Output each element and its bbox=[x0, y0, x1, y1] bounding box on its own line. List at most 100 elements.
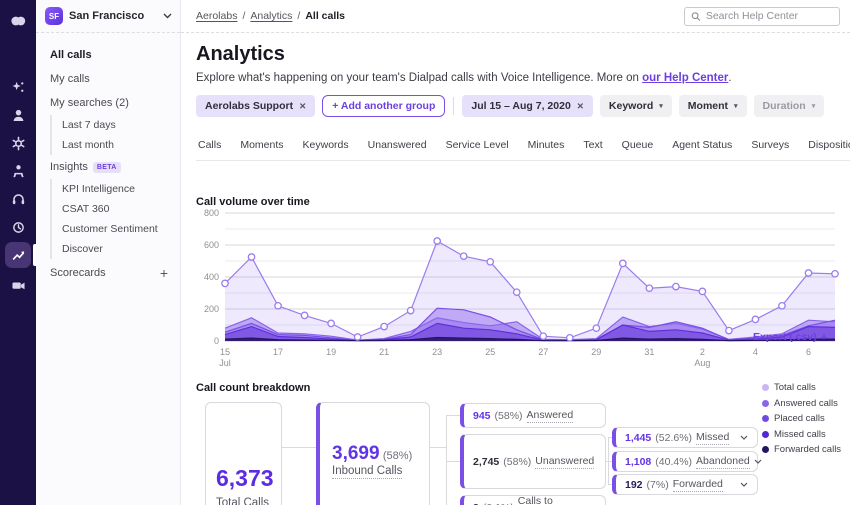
sidebar: SF San Francisco All callsMy calls My sea… bbox=[36, 0, 181, 505]
breadcrumb-link-analytics[interactable]: Analytics bbox=[250, 10, 292, 22]
tab-service-level[interactable]: Service Level bbox=[444, 130, 511, 160]
abandoned-dropdown[interactable]: 1,108 (40.4%) Abandoned bbox=[612, 451, 758, 472]
connector-line bbox=[446, 415, 460, 416]
filter-chip-keyword[interactable]: Keyword▾ bbox=[600, 95, 672, 117]
analytics-trend-icon[interactable] bbox=[5, 242, 31, 268]
tab-unanswered[interactable]: Unanswered bbox=[366, 130, 429, 160]
search-input[interactable] bbox=[706, 10, 833, 22]
svg-text:4: 4 bbox=[753, 347, 758, 357]
filter-chip-jul-15-aug-7-2020[interactable]: Jul 15 – Aug 7, 2020✕ bbox=[462, 95, 593, 117]
breadcrumb-link-aerolabs[interactable]: Aerolabs bbox=[196, 10, 237, 22]
filter-chip-moment[interactable]: Moment▾ bbox=[679, 95, 747, 117]
missed-label: Missed bbox=[696, 431, 729, 445]
filter-chip-aerolabs-support[interactable]: Aerolabs Support✕ bbox=[196, 95, 315, 117]
tab-moments[interactable]: Moments bbox=[238, 130, 285, 160]
chip-label: + Add another group bbox=[332, 100, 435, 112]
connector-line bbox=[282, 447, 316, 448]
coaching-desk-icon[interactable] bbox=[5, 158, 31, 184]
sidebar-item-label: Discover bbox=[62, 243, 103, 255]
export-csv-link[interactable]: Export (.csv) bbox=[753, 331, 828, 343]
help-center-link[interactable]: our Help Center bbox=[642, 72, 728, 84]
workspace-switcher[interactable]: SF San Francisco bbox=[36, 0, 180, 33]
add-scorecard-button[interactable]: + bbox=[160, 265, 170, 281]
sidebar-item-all-calls[interactable]: All calls bbox=[36, 43, 180, 67]
legend-label: Answered calls bbox=[774, 398, 838, 409]
download-arrow-icon bbox=[820, 333, 828, 341]
sidebar-item-last-month[interactable]: Last month bbox=[50, 135, 180, 155]
answered-value: 945 bbox=[473, 410, 491, 422]
svg-text:600: 600 bbox=[204, 240, 219, 250]
legend-item-answered-calls: Answered calls bbox=[762, 398, 841, 409]
tab-minutes[interactable]: Minutes bbox=[526, 130, 567, 160]
voicemail-box[interactable]: 3 (0.1%) Calls to Voicemail bbox=[460, 495, 606, 505]
legend-label: Placed calls bbox=[774, 413, 825, 424]
sidebar-nav: All callsMy calls My searches (2) Last 7 d… bbox=[36, 33, 180, 287]
sidebar-item-csat-360[interactable]: CSAT 360 bbox=[50, 199, 180, 219]
sidebar-item-label: Last month bbox=[62, 139, 114, 151]
tab-keywords[interactable]: Keywords bbox=[301, 130, 351, 160]
inbound-calls-box[interactable]: 3,699 (58%) Inbound Calls bbox=[316, 402, 430, 505]
sidebar-item-customer-sentiment[interactable]: Customer Sentiment bbox=[50, 219, 180, 239]
missed-dropdown[interactable]: 1,445 (52.6%) Missed bbox=[612, 427, 758, 448]
unanswered-box[interactable]: 2,745 (58%) Unanswered bbox=[460, 434, 606, 489]
call-count-breakdown: Call count breakdown 6,373 Total Calls 3… bbox=[196, 380, 850, 505]
connector-line bbox=[446, 415, 447, 505]
tab-queue[interactable]: Queue bbox=[620, 130, 656, 160]
chip-separator bbox=[453, 97, 454, 115]
page-subtitle: Explore what's happening on your team's … bbox=[196, 72, 732, 84]
sidebar-item-my-calls[interactable]: My calls bbox=[36, 67, 180, 91]
sidebar-item-last-7-days[interactable]: Last 7 days bbox=[50, 115, 180, 135]
sidebar-item-my-searches-2[interactable]: My searches (2) bbox=[36, 91, 180, 115]
svg-text:200: 200 bbox=[204, 304, 219, 314]
answered-box[interactable]: 945 (58%) Answered bbox=[460, 403, 606, 428]
chevron-down-icon: ▾ bbox=[734, 102, 738, 110]
legend-label: Forwarded calls bbox=[774, 444, 841, 455]
legend-dot bbox=[762, 415, 769, 422]
filter-chip-duration[interactable]: Duration▾ bbox=[754, 95, 825, 117]
sidebar-item-kpi-intelligence[interactable]: KPI Intelligence bbox=[50, 179, 180, 199]
forwarded-dropdown[interactable]: 192 (7%) Forwarded bbox=[612, 474, 758, 495]
unanswered-pct: (58%) bbox=[503, 456, 531, 468]
sidebar-item-label: My searches (2) bbox=[50, 97, 129, 109]
legend-dot bbox=[762, 431, 769, 438]
legend-dot bbox=[762, 400, 769, 407]
page-title: Analytics bbox=[196, 43, 285, 66]
sidebar-item-discover[interactable]: Discover bbox=[50, 239, 180, 259]
chip-label: Duration bbox=[763, 100, 806, 112]
breadcrumb-separator: / bbox=[242, 10, 245, 22]
history-clock-icon[interactable] bbox=[5, 214, 31, 240]
help-search-box[interactable] bbox=[684, 7, 840, 26]
tab-calls[interactable]: Calls bbox=[196, 130, 223, 160]
answered-label: Answered bbox=[527, 409, 574, 423]
legend-item-forwarded-calls: Forwarded calls bbox=[762, 444, 841, 455]
sidebar-item-scorecards[interactable]: Scorecards+ bbox=[36, 259, 180, 287]
tab-text[interactable]: Text bbox=[581, 130, 604, 160]
tab-agent-status[interactable]: Agent Status bbox=[670, 130, 734, 160]
inbound-calls-pct: (58%) bbox=[383, 450, 412, 462]
inbound-calls-label: Inbound Calls bbox=[332, 465, 402, 479]
main-content: Analytics Explore what's happening on yo… bbox=[181, 33, 850, 505]
headset-icon[interactable] bbox=[5, 186, 31, 212]
breadcrumb-separator: / bbox=[297, 10, 300, 22]
topbar: Aerolabs / Analytics / All calls bbox=[181, 0, 850, 33]
settings-gear-icon[interactable] bbox=[5, 130, 31, 156]
legend-item-placed-calls: Placed calls bbox=[762, 413, 841, 424]
abandoned-pct: (40.4%) bbox=[655, 456, 692, 468]
forwarded-value: 192 bbox=[625, 479, 643, 491]
workspace-avatar: SF bbox=[45, 7, 63, 25]
filter-chip-add-another-group[interactable]: + Add another group bbox=[322, 95, 445, 117]
contacts-person-icon[interactable] bbox=[5, 102, 31, 128]
svg-text:27: 27 bbox=[538, 347, 548, 357]
chip-label: Keyword bbox=[609, 100, 653, 112]
tab-dispositions[interactable]: Dispositions bbox=[806, 130, 850, 160]
total-calls-value: 6,373 bbox=[216, 465, 274, 492]
video-camera-icon[interactable] bbox=[5, 272, 31, 298]
ai-sparkles-icon[interactable] bbox=[5, 74, 31, 100]
tab-surveys[interactable]: Surveys bbox=[749, 130, 791, 160]
missed-value: 1,445 bbox=[625, 432, 651, 444]
total-calls-box[interactable]: 6,373 Total Calls bbox=[205, 402, 282, 505]
close-icon[interactable]: ✕ bbox=[299, 101, 306, 112]
sidebar-item-insights[interactable]: InsightsBETA bbox=[36, 155, 180, 179]
close-icon[interactable]: ✕ bbox=[577, 101, 584, 112]
breakdown-section-title: Call count breakdown bbox=[196, 382, 310, 394]
